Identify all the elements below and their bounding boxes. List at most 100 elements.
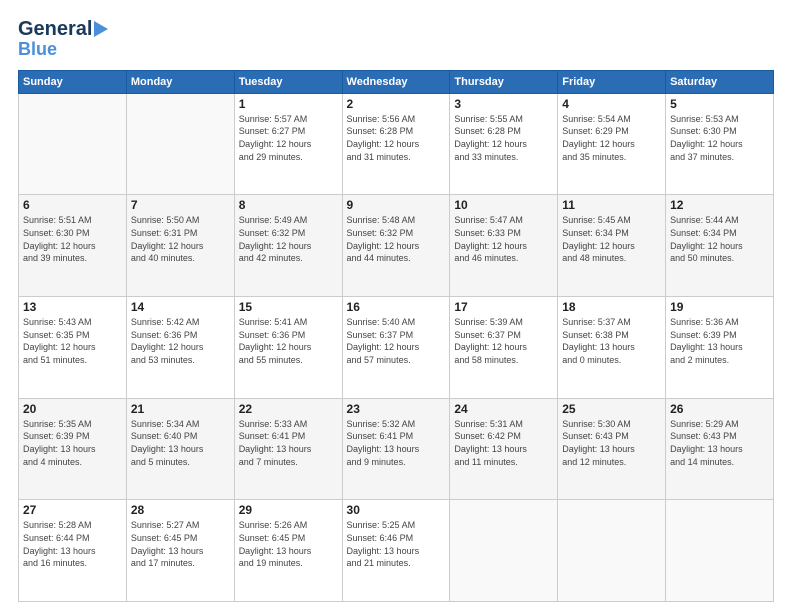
day-info: Sunrise: 5:42 AM Sunset: 6:36 PM Dayligh… xyxy=(131,316,230,366)
week-row-5: 27Sunrise: 5:28 AM Sunset: 6:44 PM Dayli… xyxy=(19,500,774,602)
calendar-cell: 14 Sunrise: 5:42 AM Sunset: 6:36 PM Dayli… xyxy=(126,297,234,399)
day-number: 20 xyxy=(23,402,122,416)
calendar-cell: 5 Sunrise: 5:53 AM Sunset: 6:30 PM Daylig… xyxy=(666,93,774,195)
weekday-header-tuesday: Tuesday xyxy=(234,70,342,93)
day-info: Sunrise: 5:27 AM Sunset: 6:45 PM Dayligh… xyxy=(131,519,230,569)
calendar-cell: 1Sunrise: 5:57 AM Sunset: 6:27 PM Daylig… xyxy=(234,93,342,195)
day-number: 21 xyxy=(131,402,230,416)
day-info: Sunrise: 5:53 AM Sunset: 6:30 PM Dayligh… xyxy=(670,113,769,163)
calendar-cell: 11 Sunrise: 5:45 AM Sunset: 6:34 PM Dayli… xyxy=(558,195,666,297)
day-number: 12 xyxy=(670,198,769,212)
weekday-header-saturday: Saturday xyxy=(666,70,774,93)
calendar-cell: 19 Sunrise: 5:36 AM Sunset: 6:39 PM Dayli… xyxy=(666,297,774,399)
calendar-cell: 25 Sunrise: 5:30 AM Sunset: 6:43 PM Dayli… xyxy=(558,398,666,500)
day-number: 5 xyxy=(670,97,769,111)
calendar-cell: 21Sunrise: 5:34 AM Sunset: 6:40 PM Dayli… xyxy=(126,398,234,500)
calendar-cell: 29Sunrise: 5:26 AM Sunset: 6:45 PM Dayli… xyxy=(234,500,342,602)
day-number: 18 xyxy=(562,300,661,314)
calendar-cell xyxy=(666,500,774,602)
week-row-2: 6Sunrise: 5:51 AM Sunset: 6:30 PM Daylig… xyxy=(19,195,774,297)
calendar-cell: 27Sunrise: 5:28 AM Sunset: 6:44 PM Dayli… xyxy=(19,500,127,602)
day-number: 25 xyxy=(562,402,661,416)
calendar-cell: 23 Sunrise: 5:32 AM Sunset: 6:41 PM Dayli… xyxy=(342,398,450,500)
day-info: Sunrise: 5:31 AM Sunset: 6:42 PM Dayligh… xyxy=(454,418,553,468)
day-info: Sunrise: 5:48 AM Sunset: 6:32 PM Dayligh… xyxy=(347,214,446,264)
day-number: 13 xyxy=(23,300,122,314)
day-number: 26 xyxy=(670,402,769,416)
calendar-cell: 15 Sunrise: 5:41 AM Sunset: 6:36 PM Dayli… xyxy=(234,297,342,399)
day-info: Sunrise: 5:50 AM Sunset: 6:31 PM Dayligh… xyxy=(131,214,230,264)
day-info: Sunrise: 5:55 AM Sunset: 6:28 PM Dayligh… xyxy=(454,113,553,163)
logo: General Blue xyxy=(18,18,108,60)
weekday-header-wednesday: Wednesday xyxy=(342,70,450,93)
calendar-cell: 26 Sunrise: 5:29 AM Sunset: 6:43 PM Dayli… xyxy=(666,398,774,500)
weekday-header-thursday: Thursday xyxy=(450,70,558,93)
day-info: Sunrise: 5:25 AM Sunset: 6:46 PM Dayligh… xyxy=(347,519,446,569)
calendar-cell: 7Sunrise: 5:50 AM Sunset: 6:31 PM Daylig… xyxy=(126,195,234,297)
day-info: Sunrise: 5:32 AM Sunset: 6:41 PM Dayligh… xyxy=(347,418,446,468)
day-info: Sunrise: 5:29 AM Sunset: 6:43 PM Dayligh… xyxy=(670,418,769,468)
day-number: 23 xyxy=(347,402,446,416)
logo-text-general: General xyxy=(18,18,92,40)
day-number: 16 xyxy=(347,300,446,314)
calendar-cell xyxy=(126,93,234,195)
day-number: 9 xyxy=(347,198,446,212)
week-row-1: 1Sunrise: 5:57 AM Sunset: 6:27 PM Daylig… xyxy=(19,93,774,195)
day-info: Sunrise: 5:44 AM Sunset: 6:34 PM Dayligh… xyxy=(670,214,769,264)
day-info: Sunrise: 5:57 AM Sunset: 6:27 PM Dayligh… xyxy=(239,113,338,163)
weekday-header-monday: Monday xyxy=(126,70,234,93)
calendar-cell xyxy=(450,500,558,602)
weekday-header-sunday: Sunday xyxy=(19,70,127,93)
day-info: Sunrise: 5:45 AM Sunset: 6:34 PM Dayligh… xyxy=(562,214,661,264)
logo-arrow-icon xyxy=(94,21,108,37)
day-info: Sunrise: 5:47 AM Sunset: 6:33 PM Dayligh… xyxy=(454,214,553,264)
calendar-cell: 2 Sunrise: 5:56 AM Sunset: 6:28 PM Daylig… xyxy=(342,93,450,195)
week-row-4: 20 Sunrise: 5:35 AM Sunset: 6:39 PM Dayli… xyxy=(19,398,774,500)
calendar-cell: 17 Sunrise: 5:39 AM Sunset: 6:37 PM Dayli… xyxy=(450,297,558,399)
calendar-cell: 12 Sunrise: 5:44 AM Sunset: 6:34 PM Dayli… xyxy=(666,195,774,297)
weekday-header-row: SundayMondayTuesdayWednesdayThursdayFrid… xyxy=(19,70,774,93)
calendar-cell: 22Sunrise: 5:33 AM Sunset: 6:41 PM Dayli… xyxy=(234,398,342,500)
day-number: 6 xyxy=(23,198,122,212)
calendar-cell: 28 Sunrise: 5:27 AM Sunset: 6:45 PM Dayli… xyxy=(126,500,234,602)
day-number: 17 xyxy=(454,300,553,314)
day-number: 4 xyxy=(562,97,661,111)
day-info: Sunrise: 5:41 AM Sunset: 6:36 PM Dayligh… xyxy=(239,316,338,366)
day-number: 11 xyxy=(562,198,661,212)
calendar-cell: 24Sunrise: 5:31 AM Sunset: 6:42 PM Dayli… xyxy=(450,398,558,500)
logo-line1: General xyxy=(18,18,108,40)
calendar-cell: 30 Sunrise: 5:25 AM Sunset: 6:46 PM Dayli… xyxy=(342,500,450,602)
day-number: 14 xyxy=(131,300,230,314)
calendar-cell: 20 Sunrise: 5:35 AM Sunset: 6:39 PM Dayli… xyxy=(19,398,127,500)
header: General Blue xyxy=(18,18,774,60)
day-number: 30 xyxy=(347,503,446,517)
day-info: Sunrise: 5:54 AM Sunset: 6:29 PM Dayligh… xyxy=(562,113,661,163)
day-info: Sunrise: 5:35 AM Sunset: 6:39 PM Dayligh… xyxy=(23,418,122,468)
day-info: Sunrise: 5:36 AM Sunset: 6:39 PM Dayligh… xyxy=(670,316,769,366)
calendar-cell: 13Sunrise: 5:43 AM Sunset: 6:35 PM Dayli… xyxy=(19,297,127,399)
day-number: 28 xyxy=(131,503,230,517)
calendar-cell: 9 Sunrise: 5:48 AM Sunset: 6:32 PM Daylig… xyxy=(342,195,450,297)
calendar-cell: 8 Sunrise: 5:49 AM Sunset: 6:32 PM Daylig… xyxy=(234,195,342,297)
calendar-cell: 6Sunrise: 5:51 AM Sunset: 6:30 PM Daylig… xyxy=(19,195,127,297)
logo-text-blue: Blue xyxy=(18,40,57,60)
calendar-cell: 10Sunrise: 5:47 AM Sunset: 6:33 PM Dayli… xyxy=(450,195,558,297)
calendar-cell: 4 Sunrise: 5:54 AM Sunset: 6:29 PM Daylig… xyxy=(558,93,666,195)
day-info: Sunrise: 5:56 AM Sunset: 6:28 PM Dayligh… xyxy=(347,113,446,163)
day-info: Sunrise: 5:28 AM Sunset: 6:44 PM Dayligh… xyxy=(23,519,122,569)
calendar-cell: 3 Sunrise: 5:55 AM Sunset: 6:28 PM Daylig… xyxy=(450,93,558,195)
day-number: 19 xyxy=(670,300,769,314)
day-number: 8 xyxy=(239,198,338,212)
day-number: 2 xyxy=(347,97,446,111)
day-number: 15 xyxy=(239,300,338,314)
day-number: 29 xyxy=(239,503,338,517)
day-info: Sunrise: 5:39 AM Sunset: 6:37 PM Dayligh… xyxy=(454,316,553,366)
weekday-header-friday: Friday xyxy=(558,70,666,93)
calendar-table: SundayMondayTuesdayWednesdayThursdayFrid… xyxy=(18,70,774,602)
day-info: Sunrise: 5:30 AM Sunset: 6:43 PM Dayligh… xyxy=(562,418,661,468)
day-info: Sunrise: 5:33 AM Sunset: 6:41 PM Dayligh… xyxy=(239,418,338,468)
day-info: Sunrise: 5:49 AM Sunset: 6:32 PM Dayligh… xyxy=(239,214,338,264)
page: General Blue SundayMondayTuesdayWednesda… xyxy=(0,0,792,612)
day-number: 3 xyxy=(454,97,553,111)
calendar-cell xyxy=(19,93,127,195)
